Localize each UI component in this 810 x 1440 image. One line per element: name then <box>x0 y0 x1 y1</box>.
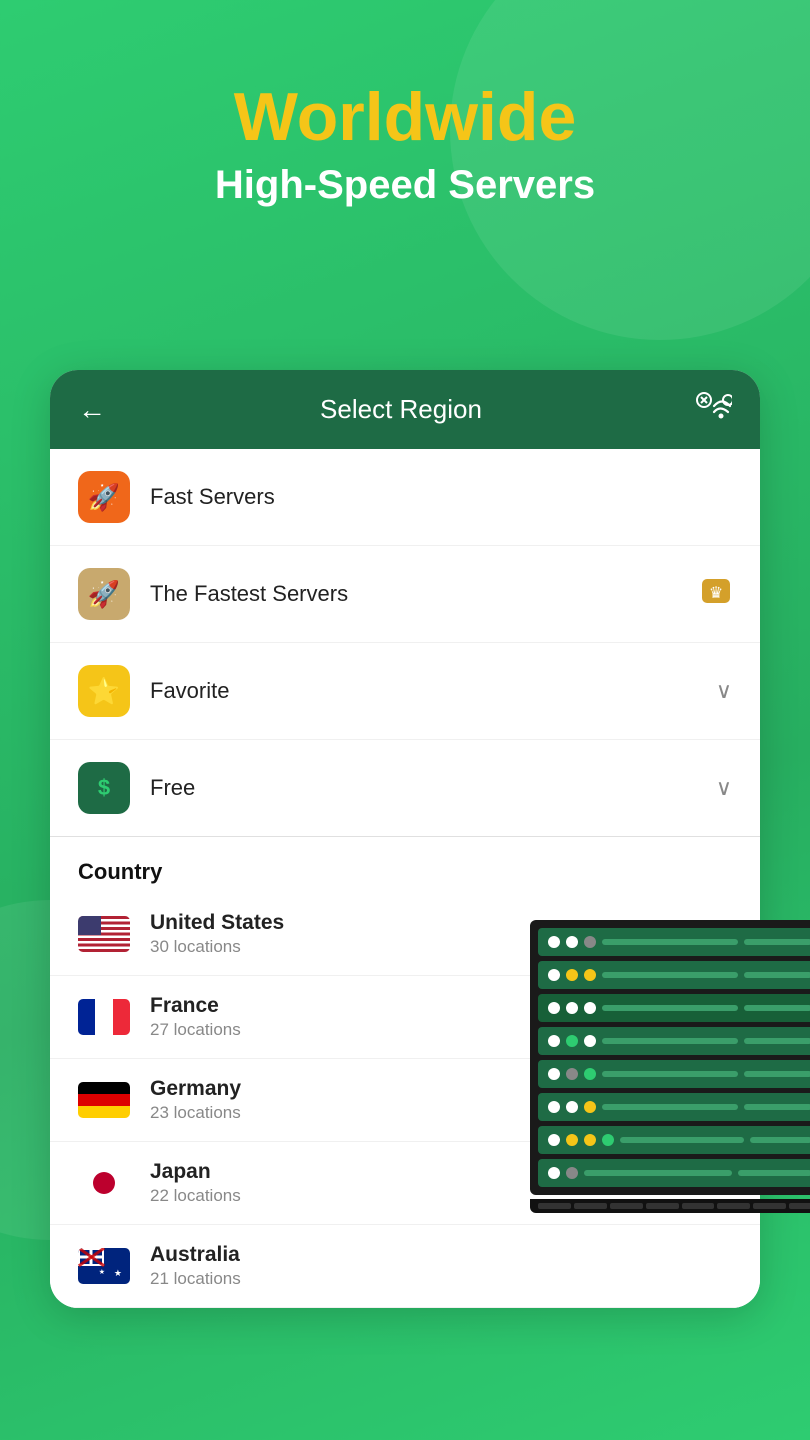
rocket-icon: 🚀 <box>88 482 120 513</box>
flag-jp <box>78 1165 130 1201</box>
country-info-au: Australia 21 locations <box>150 1243 732 1289</box>
flag-de <box>78 1082 130 1118</box>
wifi-search-icon[interactable] <box>696 392 732 427</box>
favorite-chevron-icon: ∨ <box>716 678 732 704</box>
fastest-servers-icon-wrap: 🚀 <box>78 568 130 620</box>
menu-item-fastest-servers[interactable]: 🚀 The Fastest Servers ♛ <box>50 546 760 643</box>
country-name-au: Australia <box>150 1243 732 1267</box>
svg-text:♛: ♛ <box>709 585 723 602</box>
favorite-icon-wrap: ⭐ <box>78 665 130 717</box>
favorite-label: Favorite <box>150 678 716 704</box>
card-header: ← Select Region <box>50 370 760 449</box>
star-icon: ⭐ <box>88 676 120 707</box>
menu-item-favorite[interactable]: ⭐ Favorite ∨ <box>50 643 760 740</box>
free-chevron-icon: ∨ <box>716 775 732 801</box>
flag-us <box>78 916 130 952</box>
server-rack-illustration <box>530 920 810 1213</box>
flag-fr <box>78 999 130 1035</box>
menu-list: 🚀 Fast Servers 🚀 The Fastest Servers ♛ ⭐… <box>50 449 760 836</box>
fast-servers-icon-wrap: 🚀 <box>78 471 130 523</box>
header-title: Worldwide <box>0 80 810 155</box>
flag-au: ★ ★ <box>78 1248 130 1284</box>
dollar-icon: $ <box>98 775 110 801</box>
country-section-label: Country <box>78 859 162 884</box>
crown-icon: ♛ <box>700 577 732 612</box>
rocket-gray-icon: 🚀 <box>88 579 120 610</box>
fast-servers-label: Fast Servers <box>150 484 732 510</box>
menu-item-fast-servers[interactable]: 🚀 Fast Servers <box>50 449 760 546</box>
header-subtitle: High-Speed Servers <box>0 163 810 208</box>
fastest-servers-label: The Fastest Servers <box>150 581 700 607</box>
free-label: Free <box>150 775 716 801</box>
back-button[interactable]: ← <box>78 394 106 426</box>
free-icon-wrap: $ <box>78 762 130 814</box>
country-locations-au: 21 locations <box>150 1269 732 1289</box>
card-title: Select Region <box>320 394 482 425</box>
menu-item-free[interactable]: $ Free ∨ <box>50 740 760 836</box>
country-header: Country <box>50 837 760 893</box>
country-item-au[interactable]: ★ ★ Australia 21 locations <box>50 1225 760 1308</box>
header-section: Worldwide High-Speed Servers <box>0 0 810 238</box>
